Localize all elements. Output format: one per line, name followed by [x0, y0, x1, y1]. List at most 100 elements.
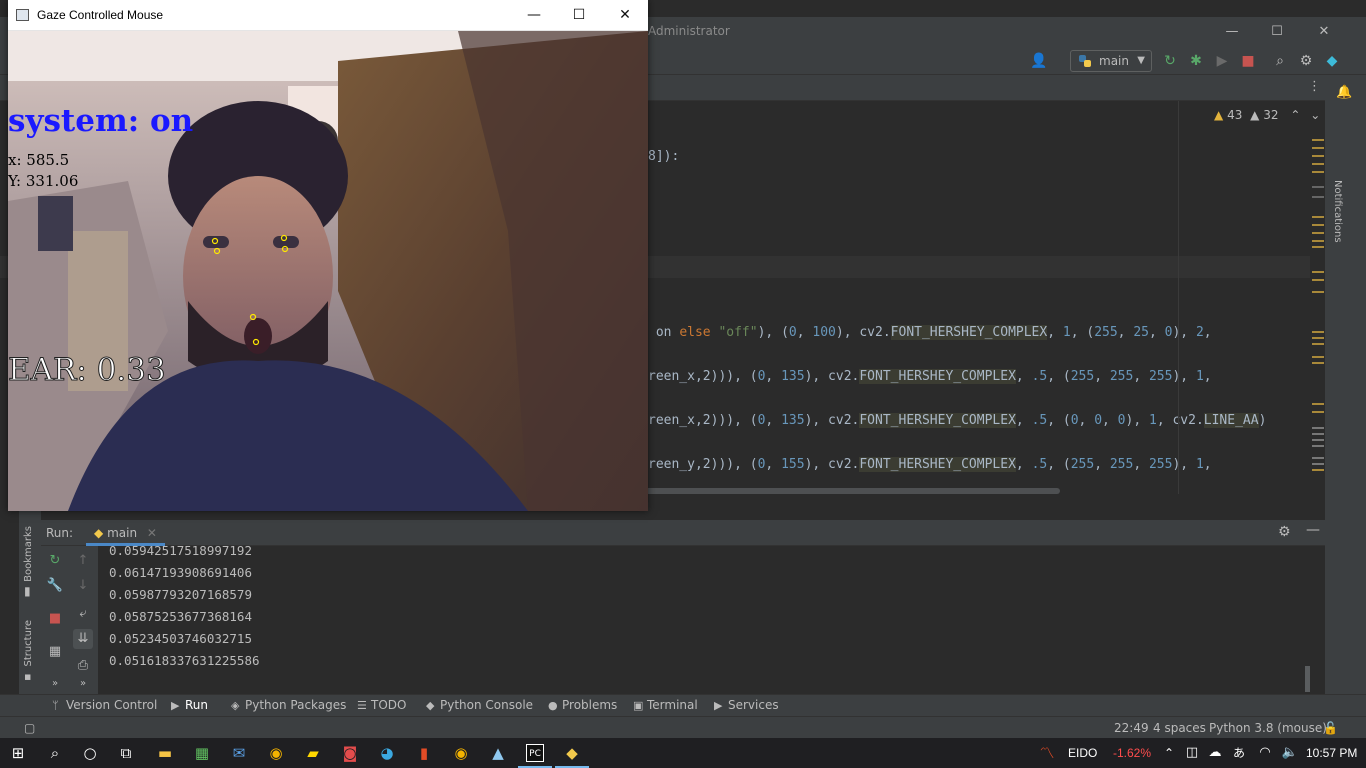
coverage-icon[interactable]: ▶	[1213, 52, 1231, 70]
photos-icon[interactable]: ▲	[489, 744, 507, 762]
clock[interactable]: 10:57 PM	[1306, 746, 1357, 760]
print-icon[interactable]: ⎙	[73, 656, 93, 676]
ear-readout: EAR: 0.33	[8, 352, 166, 389]
run-panel-header: Run: ◆ main ✕ ⚙ —	[41, 520, 1325, 546]
notifications-label[interactable]: Notifications	[1332, 180, 1343, 243]
stock-change[interactable]: -1.62%	[1113, 746, 1151, 760]
scroll-to-end-icon[interactable]: ⇊	[73, 629, 93, 649]
console-line: 0.05942517518997192	[109, 546, 252, 558]
pycharm-icon[interactable]: PC	[526, 744, 544, 762]
onedrive-icon[interactable]: ☁	[1206, 744, 1224, 762]
store-icon[interactable]: ▦	[193, 744, 211, 762]
services-icon: ▶	[714, 699, 723, 712]
stop-icon[interactable]: ■	[45, 609, 65, 629]
tab-version-control[interactable]: ᛘ Version Control	[52, 698, 157, 712]
run-console[interactable]: 0.05942517518997192 0.06147193908691406 …	[98, 546, 1310, 694]
bookmark-icon: ▮	[24, 584, 31, 598]
gaze-x-readout: x: 585.5	[8, 151, 70, 169]
maximize-icon[interactable]: ☐	[567, 4, 591, 26]
debug-icon[interactable]: ✱	[1187, 52, 1205, 70]
arrow-down-icon[interactable]: ↓	[73, 576, 93, 596]
office-icon[interactable]: ▮	[415, 744, 433, 762]
info-icon: ●	[548, 699, 558, 712]
language-icon[interactable]: あ	[1230, 744, 1248, 762]
cortana-icon[interactable]: ○	[81, 744, 99, 762]
code-line: 8]):	[648, 149, 680, 164]
edge-icon[interactable]: ◕	[378, 744, 396, 762]
layout-icon[interactable]: ▦	[45, 642, 65, 662]
more-icon[interactable]: »	[73, 674, 93, 694]
system-status-text: system: on	[8, 103, 194, 139]
tab-run[interactable]: ▶ Run	[171, 698, 208, 712]
horizontal-scrollbar[interactable]	[640, 488, 1060, 494]
more-icon[interactable]: »	[45, 674, 65, 694]
gaze-y-readout: Y: 331.06	[8, 172, 79, 190]
soft-wrap-icon[interactable]: ⤶	[73, 604, 93, 624]
windows-start-icon[interactable]: ⊞	[9, 744, 27, 762]
volume-icon[interactable]: 🔈	[1281, 744, 1299, 762]
tab-python-console[interactable]: ◆ Python Console	[426, 698, 533, 712]
wifi-icon[interactable]: ◠	[1256, 744, 1274, 762]
minimize-icon[interactable]: —	[522, 4, 546, 26]
mail-icon[interactable]: ✉	[230, 744, 248, 762]
code-line: on else "off"), (0, 100), cv2.FONT_HERSH…	[648, 325, 1212, 340]
camera-icon[interactable]: ◙	[341, 744, 359, 762]
weak-warning-icon: ▲	[1250, 108, 1260, 122]
tab-python-packages[interactable]: ◈ Python Packages	[231, 698, 346, 712]
tab-services[interactable]: ▶ Services	[714, 698, 779, 712]
minimize-icon[interactable]: —	[1222, 25, 1242, 39]
chevron-up-icon[interactable]: ⌃	[1160, 744, 1178, 762]
python-app-icon[interactable]: ◆	[563, 744, 581, 762]
task-view-icon[interactable]: ⧉	[117, 744, 135, 762]
inspection-widget[interactable]: ▲ 43 ▲ 32 ⌃ ⌄	[1214, 108, 1320, 122]
structure-tab[interactable]: Structure	[23, 620, 34, 667]
stock-ticker[interactable]: EIDO	[1068, 746, 1097, 760]
tab-problems[interactable]: ● Problems	[548, 698, 617, 712]
code-line: reen_x,2))), (0, 135), cv2.FONT_HERSHEY_…	[648, 369, 1212, 384]
rerun-icon[interactable]: ↻	[45, 551, 65, 571]
lock-icon[interactable]: 🔓	[1323, 721, 1338, 735]
branch-icon: ᛘ	[52, 699, 59, 712]
rerun-icon[interactable]: ↻	[1161, 52, 1179, 70]
windows-taskbar: ⊞ ⌕ ○ ⧉ ▬ ▦ ✉ ◉ ▰ ◙ ◕ ▮ ◉ ▲ PC ◆ 〽 EIDO …	[0, 738, 1366, 768]
tab-todo[interactable]: ☰ TODO	[357, 698, 406, 712]
wrench-icon[interactable]: 🔧	[45, 576, 65, 596]
meet-icon[interactable]: ◫	[1183, 744, 1201, 762]
chevron-up-icon[interactable]: ⌃	[1290, 108, 1300, 122]
maximize-icon[interactable]: ☐	[1267, 25, 1287, 39]
bell-icon[interactable]: 🔔	[1336, 85, 1352, 100]
indent-setting[interactable]: 4 spaces	[1153, 721, 1206, 735]
chrome-icon[interactable]: ◉	[267, 744, 285, 762]
run-toolbar: ↻ ↑ 🔧 ↓ ⤶ ■ ⇊ ▦ ⎙ » »	[41, 546, 98, 694]
gear-icon[interactable]: ⚙	[1297, 52, 1315, 70]
python-icon: ◆	[94, 526, 104, 540]
gear-icon[interactable]: ⚙	[1278, 524, 1291, 540]
layers-icon: ◈	[231, 699, 240, 712]
interpreter[interactable]: Python 3.8 (mouse)	[1209, 721, 1327, 735]
close-icon[interactable]: ✕	[1314, 25, 1334, 39]
stop-icon[interactable]: ■	[1239, 52, 1257, 70]
hide-panel-icon[interactable]: —	[1306, 522, 1320, 538]
run-tab-main[interactable]: ◆ main ✕	[86, 520, 165, 546]
layout-toggle-icon[interactable]: ▢	[24, 721, 35, 735]
sticky-notes-icon[interactable]: ▰	[304, 744, 322, 762]
caret-position[interactable]: 22:49	[1114, 721, 1149, 735]
bookmarks-tab[interactable]: Bookmarks	[23, 526, 34, 582]
chrome-profile-icon[interactable]: ◉	[452, 744, 470, 762]
plugin-icon[interactable]: ◆	[1323, 52, 1341, 70]
status-bar: ▢ 22:49 4 spaces Python 3.8 (mouse) 🔓	[0, 716, 1366, 738]
file-explorer-icon[interactable]: ▬	[156, 744, 174, 762]
tab-label: Version Control	[66, 698, 158, 712]
search-icon[interactable]: ⌕	[46, 744, 64, 762]
close-tab-icon[interactable]: ✕	[147, 526, 157, 540]
user-icon[interactable]: 👤	[1030, 52, 1048, 70]
search-icon[interactable]: ⌕	[1271, 52, 1289, 70]
arrow-up-icon[interactable]: ↑	[73, 551, 93, 571]
console-scrollbar[interactable]	[1305, 666, 1310, 692]
close-icon[interactable]: ✕	[613, 4, 637, 26]
error-stripe[interactable]	[1310, 101, 1325, 498]
left-tool-strip: Bookmarks ▮ Structure ▪	[19, 498, 41, 698]
run-config-select[interactable]: main ▼	[1070, 50, 1152, 72]
more-icon[interactable]: ⋮	[1308, 79, 1321, 94]
tab-terminal[interactable]: ▣ Terminal	[633, 698, 698, 712]
